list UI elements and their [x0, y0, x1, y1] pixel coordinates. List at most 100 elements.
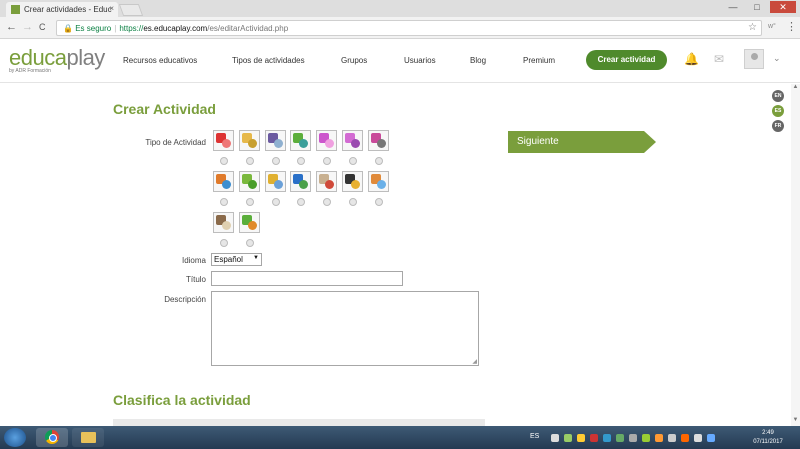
nav-recursos-educativos[interactable]: Recursos educativos [123, 56, 197, 65]
activity-type-icon[interactable] [290, 130, 311, 151]
tray-icon[interactable] [694, 434, 702, 442]
tray-icon[interactable] [681, 434, 689, 442]
tray-icon[interactable] [707, 434, 715, 442]
tray-icon[interactable] [616, 434, 624, 442]
keyboard-language[interactable]: ES [530, 433, 539, 440]
scroll-up-icon[interactable]: ▲ [791, 84, 800, 90]
lang-en[interactable]: EN [772, 90, 784, 102]
chevron-down-icon[interactable]: ⌄ [773, 53, 781, 64]
tray-icon[interactable] [564, 434, 572, 442]
activity-type-radio[interactable] [246, 198, 254, 206]
nav-usuarios[interactable]: Usuarios [404, 56, 436, 65]
activity-type-icon[interactable] [239, 130, 260, 151]
activity-type-icon[interactable] [316, 171, 337, 192]
activity-glyph-icon [248, 180, 257, 189]
activity-type-radio[interactable] [323, 198, 331, 206]
tab-close-icon[interactable]: × [109, 4, 114, 13]
new-tab-button[interactable] [118, 4, 144, 16]
tray-icon[interactable] [629, 434, 637, 442]
activity-glyph-icon [351, 180, 360, 189]
activity-type-radio[interactable] [220, 239, 228, 247]
activity-type-icon[interactable] [316, 130, 337, 151]
nav-premium[interactable]: Premium [523, 56, 555, 65]
activity-type-icon[interactable] [368, 171, 389, 192]
create-activity-button[interactable]: Crear actividad [586, 50, 667, 70]
activity-type-icon[interactable] [265, 171, 286, 192]
lang-fr[interactable]: FR [772, 120, 784, 132]
minimize-button[interactable]: — [722, 1, 744, 13]
next-button[interactable]: Siguiente [508, 131, 656, 153]
extension-icon[interactable]: w° [768, 23, 776, 30]
activity-type-radio[interactable] [272, 157, 280, 165]
nav-tipos-de-actividades[interactable]: Tipos de actividades [232, 56, 305, 65]
activity-type-icon[interactable] [265, 130, 286, 151]
taskbar-chrome-button[interactable] [36, 428, 68, 447]
page-scrollbar[interactable] [791, 84, 800, 426]
activity-type-icon[interactable] [213, 130, 234, 151]
language-select[interactable]: Español ▼ [211, 253, 262, 266]
mail-icon[interactable]: ✉ [714, 52, 724, 66]
activity-type-radio[interactable] [297, 198, 305, 206]
tray-icon[interactable] [603, 434, 611, 442]
tray-icon[interactable] [668, 434, 676, 442]
activity-type-icon[interactable] [368, 130, 389, 151]
nav-blog[interactable]: Blog [470, 56, 486, 65]
scroll-down-icon[interactable]: ▼ [791, 417, 800, 423]
activity-type-radio[interactable] [375, 157, 383, 165]
activity-type-radio[interactable] [349, 198, 357, 206]
activity-type-icon[interactable] [342, 130, 363, 151]
maximize-button[interactable]: □ [746, 1, 768, 13]
bookmark-star-icon[interactable]: ☆ [748, 22, 757, 33]
lang-es[interactable]: ES [772, 105, 784, 117]
activity-type-radio[interactable] [220, 198, 228, 206]
chrome-icon [45, 430, 59, 444]
reload-icon[interactable]: C [39, 22, 46, 32]
activity-type-radio[interactable] [272, 198, 280, 206]
activity-type-icon[interactable] [213, 171, 234, 192]
educaplay-favicon-icon [11, 5, 20, 14]
activity-type-radio[interactable] [323, 157, 331, 165]
start-button[interactable] [4, 428, 26, 447]
activity-type-radio[interactable] [220, 157, 228, 165]
browser-menu-icon[interactable]: ⋮ [786, 20, 797, 33]
activity-glyph-icon [222, 180, 231, 189]
address-bar[interactable]: 🔒 Es seguro | https://es.educaplay.com/es/… [56, 20, 762, 36]
windows-taskbar: ES 2:49 07/11/2017 [0, 426, 800, 449]
close-window-button[interactable]: ✕ [770, 1, 796, 13]
title-input[interactable] [211, 271, 403, 286]
classification-panel [113, 419, 485, 426]
activity-type-radio[interactable] [375, 198, 383, 206]
language-select-value: Español [214, 255, 243, 264]
activity-type-icon[interactable] [239, 212, 260, 233]
back-arrow-icon[interactable]: ← [6, 21, 17, 33]
activity-glyph-icon [248, 221, 257, 230]
activity-type-radio[interactable] [349, 157, 357, 165]
tray-icon[interactable] [655, 434, 663, 442]
url-path: /es/editarActividad.php [207, 24, 289, 33]
tray-icon[interactable] [577, 434, 585, 442]
url-host: es.educaplay.com [143, 24, 208, 33]
browser-titlebar: Crear actividades - Educ × — □ ✕ [0, 0, 800, 17]
clock[interactable]: 2:49 07/11/2017 [748, 429, 788, 447]
tray-icon[interactable] [642, 434, 650, 442]
nav-grupos[interactable]: Grupos [341, 56, 367, 65]
activity-type-icon[interactable] [342, 171, 363, 192]
activity-type-radio[interactable] [297, 157, 305, 165]
tray-icon[interactable] [551, 434, 559, 442]
user-avatar[interactable] [744, 49, 764, 69]
clock-time: 2:49 [762, 430, 774, 436]
activity-type-radio[interactable] [246, 157, 254, 165]
activity-type-icon[interactable] [239, 171, 260, 192]
tray-icon[interactable] [590, 434, 598, 442]
activity-type-icon[interactable] [290, 171, 311, 192]
description-textarea[interactable]: ◢ [211, 291, 479, 366]
browser-tab[interactable]: Crear actividades - Educ × [6, 2, 118, 17]
activity-type-radio[interactable] [246, 239, 254, 247]
forward-arrow-icon[interactable]: → [22, 21, 33, 33]
bell-icon[interactable]: 🔔 [684, 52, 699, 66]
activity-type-icon[interactable] [213, 212, 234, 233]
resize-grip-icon[interactable]: ◢ [472, 358, 477, 365]
url-scheme: https:// [119, 24, 144, 33]
taskbar-explorer-button[interactable] [72, 428, 104, 447]
activity-glyph-icon [222, 221, 231, 230]
